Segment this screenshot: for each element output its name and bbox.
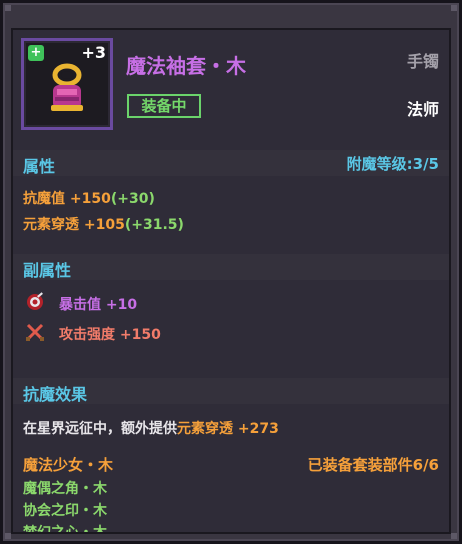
anti-magic-header: 抗魔效果: [13, 378, 449, 404]
set-piece: 协会之印・木: [23, 503, 107, 519]
sub-attribute-line: 暴击值 +10: [59, 294, 137, 314]
sub-attribute-name: 暴击值: [59, 297, 101, 313]
item-slot-type: 手镯: [406, 52, 439, 71]
set-piece: 梦幻之心・木: [23, 525, 107, 534]
attributes-header: 属性 附魔等级:3/5: [13, 150, 449, 176]
sub-attribute-value: +150: [119, 327, 161, 343]
frame-corner: [451, 5, 457, 11]
anti-magic-stat: 元素穿透: [177, 421, 233, 437]
frame-corner: [451, 533, 457, 539]
sub-attribute-name: 攻击强度: [59, 327, 115, 343]
attribute-name: 元素穿透: [23, 217, 79, 233]
equipped-badge: 装备中: [127, 94, 201, 118]
bracer-icon: [51, 63, 83, 111]
attribute-line: 元素穿透 +105(+31.5): [23, 214, 184, 234]
attribute-bonus: (+31.5): [124, 217, 184, 233]
anti-magic-effect: 在星界远征中，额外提供元素穿透 +273: [23, 418, 279, 438]
item-tooltip-panel: + +3 魔法袖套・木 手镯 装备中 法师 属性 附魔等级:3/5 抗魔值 +1…: [11, 28, 451, 534]
sub-attribute-line: 攻击强度 +150: [59, 324, 161, 344]
attribute-line: 抗魔值 +150(+30): [23, 188, 155, 208]
crossed-swords-icon: [26, 323, 44, 341]
anti-magic-title: 抗魔效果: [23, 385, 88, 404]
attribute-value: +150: [69, 191, 111, 207]
frame-corner: [5, 5, 11, 11]
sub-attributes-header: 副属性: [13, 254, 449, 280]
item-class: 法师: [406, 100, 439, 119]
attributes-title: 属性: [23, 157, 56, 176]
sub-attribute-value: +10: [105, 297, 138, 313]
anti-magic-value: +273: [237, 421, 279, 437]
enchant-level: 附魔等级:3/5: [346, 155, 439, 173]
anti-magic-text: 在星界远征中，额外提供: [23, 421, 177, 437]
set-title: 魔法少女・木: [23, 456, 114, 474]
set-piece: 魔偶之角・木: [23, 481, 107, 497]
item-level: +3: [81, 43, 106, 62]
item-name: 魔法袖套・木: [126, 54, 246, 78]
item-icon-slot[interactable]: + +3: [21, 38, 113, 130]
sub-attributes-title: 副属性: [23, 261, 72, 280]
upgrade-gem-icon: +: [28, 45, 44, 61]
attribute-bonus: (+30): [110, 191, 155, 207]
attribute-value: +105: [83, 217, 125, 233]
crit-target-icon: [27, 292, 43, 310]
attribute-name: 抗魔值: [23, 191, 65, 207]
set-count: 已装备套装部件6/6: [307, 456, 439, 474]
